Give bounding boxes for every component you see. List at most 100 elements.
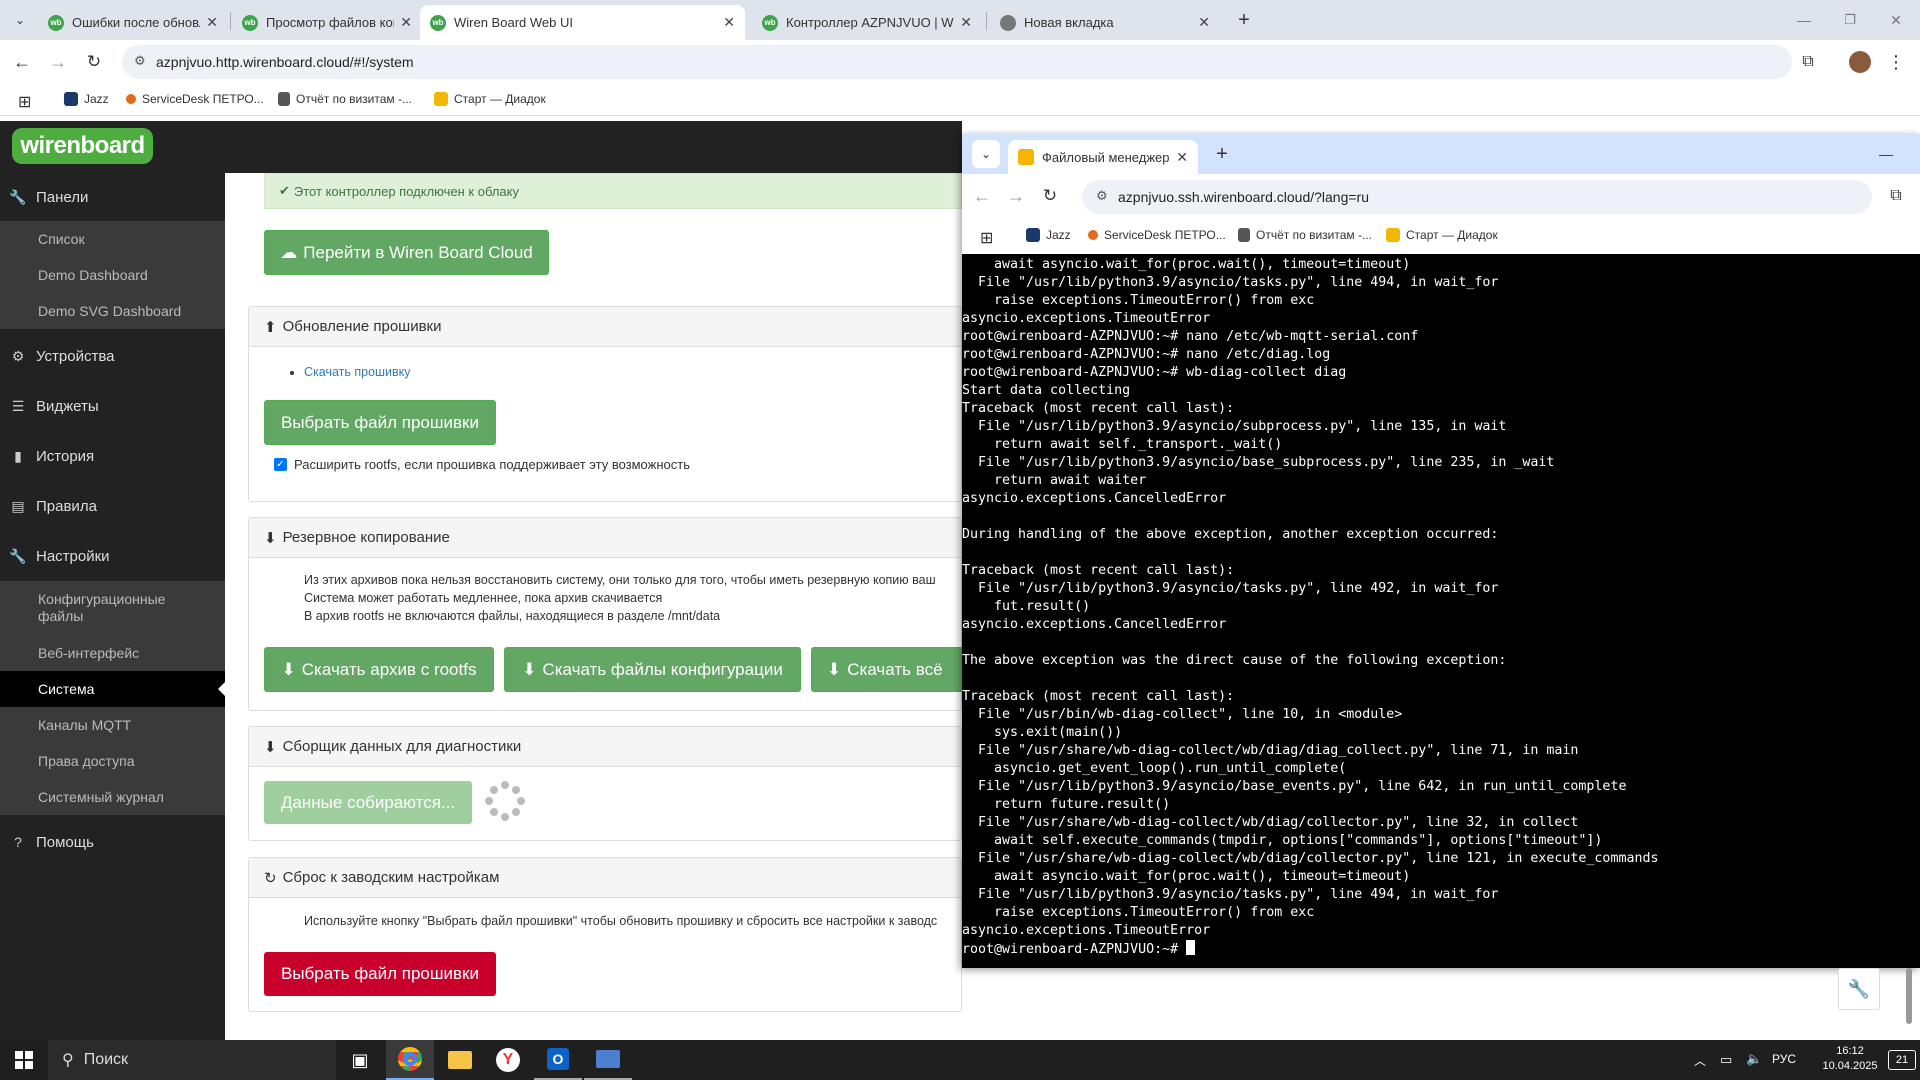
file-icon: ▤ bbox=[11, 497, 25, 514]
open-cloud-button[interactable]: ☁ Перейти в Wiren Board Cloud bbox=[264, 230, 549, 275]
close-tab-icon[interactable]: ✕ bbox=[206, 14, 218, 31]
sidebar-item-system-log[interactable]: Системный журнал bbox=[0, 779, 225, 815]
back-icon[interactable]: ← bbox=[968, 182, 996, 210]
yandex-browser-icon[interactable]: Y bbox=[484, 1040, 532, 1080]
bookmark-report[interactable]: Отчёт по визитам -... bbox=[1238, 228, 1372, 242]
remote-desktop-icon[interactable] bbox=[584, 1040, 632, 1080]
diag-panel-header: ⬇ Сборщик данных для диагностики bbox=[249, 727, 961, 767]
taskbar-clock[interactable]: 16:12 10.04.2025 bbox=[1812, 1044, 1888, 1074]
back-icon[interactable]: ← bbox=[8, 48, 36, 76]
forward-icon[interactable]: → bbox=[1002, 182, 1030, 210]
download-rootfs-button[interactable]: ⬇ Скачать архив с rootfs bbox=[264, 647, 494, 692]
minimize-icon[interactable]: — bbox=[1790, 6, 1818, 34]
tab-search-button[interactable]: ⌄ bbox=[972, 140, 1000, 168]
terminal-line: raise exceptions.TimeoutError() from exc bbox=[962, 293, 1315, 308]
sidebar-item-list[interactable]: Список bbox=[0, 221, 225, 257]
browser-tab-3[interactable]: wb Контроллер AZPNJVUO | Wire ✕ bbox=[752, 5, 982, 40]
outlook-icon[interactable]: O bbox=[534, 1040, 582, 1080]
expand-rootfs-checkbox[interactable]: ✓ bbox=[274, 458, 287, 471]
terminal-line: asyncio.exceptions.TimeoutError bbox=[962, 923, 1211, 938]
download-config-button[interactable]: ⬇ Скачать файлы конфигурации bbox=[504, 647, 801, 692]
sidebar-item-demo-dashboard[interactable]: Demo Dashboard bbox=[0, 257, 225, 293]
bookmark-diadoc[interactable]: Старт — Диадок bbox=[434, 92, 546, 106]
ssh-address-bar[interactable]: ⚙ azpnjvuo.ssh.wirenboard.cloud/?lang=ru bbox=[1082, 180, 1872, 214]
terminal-prompt[interactable]: root@wirenboard-AZPNJVUO:~# bbox=[962, 940, 1920, 959]
sidebar-item-help[interactable]: ? Помощь bbox=[0, 817, 225, 867]
notifications-badge[interactable]: 21 bbox=[1888, 1050, 1916, 1070]
browser-tab-bar: ⌄ wb Ошибки после обновления - W ✕ wb Пр… bbox=[0, 0, 1920, 40]
bookmark-servicedesk[interactable]: ServiceDesk ПЕТРО... bbox=[126, 92, 264, 106]
sidebar-item-config-files[interactable]: Конфигурационные файлы bbox=[0, 581, 225, 635]
site-info-icon[interactable]: ⚙ bbox=[134, 53, 146, 69]
extensions-icon[interactable]: ⧉ bbox=[1794, 48, 1822, 76]
apps-icon[interactable]: ⊞ bbox=[18, 92, 31, 112]
browser-tab-4[interactable]: Новая вкладка ✕ bbox=[990, 5, 1220, 40]
sidebar-item-devices[interactable]: ⚙ Устройства bbox=[0, 331, 225, 381]
close-tab-icon[interactable]: ✕ bbox=[1198, 14, 1210, 31]
terminal-line: Traceback (most recent call last): bbox=[962, 689, 1235, 704]
bookmark-diadoc[interactable]: Старт — Диадок bbox=[1386, 228, 1498, 242]
browser-tab-1[interactable]: wb Просмотр файлов контроллер ✕ bbox=[232, 5, 422, 40]
forward-icon[interactable]: → bbox=[44, 48, 72, 76]
file-explorer-icon[interactable] bbox=[436, 1040, 484, 1080]
new-tab-button[interactable]: + bbox=[1230, 6, 1258, 34]
windows-start-icon[interactable] bbox=[0, 1040, 48, 1080]
arrow-circle-down-icon: ⬇ bbox=[264, 738, 277, 756]
sidebar-item-rules[interactable]: ▤ Правила bbox=[0, 481, 225, 531]
arrow-circle-down-icon: ⬇ bbox=[264, 529, 277, 547]
address-bar[interactable]: ⚙ azpnjvuo.http.wirenboard.cloud/#!/syst… bbox=[122, 45, 1792, 79]
bookmark-report[interactable]: Отчёт по визитам -... bbox=[278, 92, 412, 106]
bookmark-servicedesk[interactable]: ServiceDesk ПЕТРО... bbox=[1088, 228, 1226, 242]
minimize-icon[interactable]: — bbox=[1872, 140, 1900, 168]
reset-choose-firmware-button[interactable]: Выбрать файл прошивки bbox=[264, 952, 496, 996]
terminal-line: File "/usr/share/wb-diag-collect/wb/diag… bbox=[962, 743, 1579, 758]
sidebar-item-demo-svg-dashboard[interactable]: Demo SVG Dashboard bbox=[0, 293, 225, 329]
reload-icon[interactable]: ↻ bbox=[1036, 182, 1064, 210]
sidebar-item-web-ui[interactable]: Веб-интерфейс bbox=[0, 635, 225, 671]
task-view-icon[interactable]: ▣ bbox=[336, 1040, 384, 1080]
bookmark-jazz[interactable]: Jazz bbox=[1026, 228, 1071, 242]
sidebar-item-system[interactable]: Система bbox=[0, 671, 225, 707]
wirenboard-logo[interactable]: wirenboard bbox=[12, 128, 153, 164]
sidebar-item-panels[interactable]: 🔧 Панели bbox=[0, 173, 225, 221]
volume-icon[interactable]: 🔈 bbox=[1746, 1051, 1762, 1067]
tab-search-button[interactable]: ⌄ bbox=[6, 6, 34, 34]
tools-float-button[interactable]: 🔧 bbox=[1838, 968, 1880, 1010]
close-tab-icon[interactable]: ✕ bbox=[1176, 149, 1188, 166]
sidebar-item-settings[interactable]: 🔧 Настройки bbox=[0, 531, 225, 581]
wrench-icon: 🔧 bbox=[9, 188, 27, 205]
chrome-taskbar-icon[interactable] bbox=[386, 1040, 434, 1080]
close-tab-icon[interactable]: ✕ bbox=[400, 14, 412, 31]
site-info-icon[interactable]: ⚙ bbox=[1096, 188, 1108, 204]
sidebar-item-widgets[interactable]: ☰ Виджеты bbox=[0, 381, 225, 431]
close-tab-icon[interactable]: ✕ bbox=[960, 14, 972, 31]
backup-notes: Из этих архивов пока нельзя восстановить… bbox=[304, 571, 960, 625]
browser-tab-2[interactable]: wb Wiren Board Web UI ✕ bbox=[420, 5, 745, 40]
taskbar-search[interactable]: ⚲ Поиск bbox=[48, 1040, 336, 1080]
restore-icon[interactable]: ❐ bbox=[1836, 6, 1864, 34]
tray-chevron-icon[interactable]: ︿ bbox=[1694, 1052, 1706, 1069]
sidebar-item-mqtt-channels[interactable]: Каналы MQTT bbox=[0, 707, 225, 743]
extensions-icon[interactable]: ⧉ bbox=[1882, 182, 1910, 210]
ssh-browser-tab[interactable]: Файловый менеджер и SSH | W ✕ bbox=[1008, 140, 1198, 174]
menu-icon[interactable]: ⋮ bbox=[1882, 48, 1910, 76]
reload-icon[interactable]: ↻ bbox=[80, 48, 108, 76]
download-firmware-link[interactable]: Скачать прошивку bbox=[304, 365, 411, 379]
language-indicator[interactable]: РУС bbox=[1772, 1052, 1796, 1066]
page-scrollbar[interactable] bbox=[1906, 968, 1912, 1024]
new-tab-button[interactable]: + bbox=[1208, 140, 1236, 168]
collect-diag-button[interactable]: Данные собираются... bbox=[264, 781, 472, 824]
sidebar-item-access-rights[interactable]: Права доступа bbox=[0, 743, 225, 779]
terminal-output[interactable]: await asyncio.wait_for(proc.wait(), time… bbox=[962, 256, 1920, 968]
choose-firmware-button[interactable]: Выбрать файл прошивки bbox=[264, 400, 496, 445]
network-icon[interactable]: ▭ bbox=[1720, 1052, 1732, 1068]
download-all-button[interactable]: ⬇ Скачать всё bbox=[811, 647, 962, 692]
close-tab-icon[interactable]: ✕ bbox=[723, 14, 735, 31]
bookmark-jazz[interactable]: Jazz bbox=[64, 92, 109, 106]
close-window-icon[interactable]: ✕ bbox=[1882, 6, 1910, 34]
browser-tab-0[interactable]: wb Ошибки после обновления - W ✕ bbox=[38, 5, 228, 40]
profile-avatar[interactable] bbox=[1846, 48, 1874, 76]
apps-icon[interactable]: ⊞ bbox=[980, 228, 993, 248]
terminal-line: return await waiter bbox=[962, 473, 1147, 488]
sidebar-item-history[interactable]: ▮ История bbox=[0, 431, 225, 481]
